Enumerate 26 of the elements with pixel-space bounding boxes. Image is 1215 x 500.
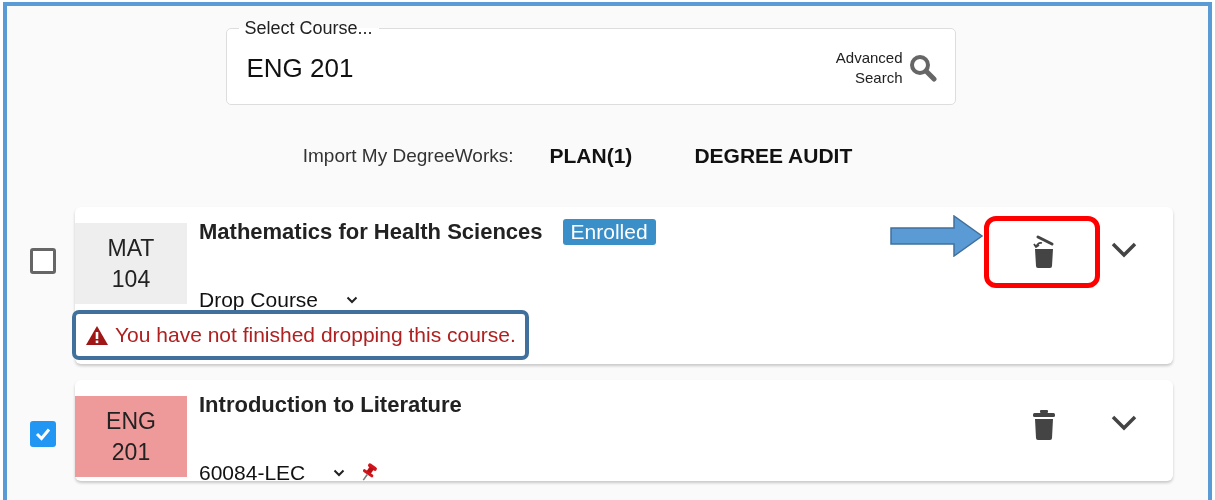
import-link[interactable]: PLAN(1)	[549, 144, 633, 168]
search-icon[interactable]	[908, 53, 937, 82]
advanced-search-link[interactable]: Advanced Search	[835, 47, 903, 88]
course-number: 201	[111, 437, 151, 467]
checkbox[interactable]	[30, 421, 56, 447]
warning-icon	[85, 324, 109, 346]
field-label: Select Course...	[243, 18, 374, 39]
warning-message: You have not finished dropping this course.	[115, 323, 516, 347]
course-title: Introduction to Literature	[199, 392, 462, 418]
course-number: 104	[111, 264, 151, 294]
section-dropdown[interactable]: Drop Course	[199, 288, 333, 312]
field-value: ENG 201	[246, 53, 354, 84]
course-subject: ENG	[106, 406, 156, 436]
trash-icon[interactable]	[1031, 408, 1057, 441]
import-label: Import My DegreeWorks:	[302, 145, 514, 167]
import-link[interactable]: DEGREE AUDIT	[694, 144, 853, 168]
section-dropdown[interactable]: 60084-LEC	[199, 461, 320, 485]
caret-icon[interactable]	[333, 469, 346, 477]
status-badge: Enrolled	[562, 219, 656, 245]
chevron-down-icon[interactable]	[1110, 413, 1138, 432]
course-search-field[interactable]: Select Course... ENG 201 Advanced Search	[225, 18, 956, 105]
course-subject: MAT	[107, 233, 155, 263]
course-title: Mathematics for Health Sciences	[199, 219, 543, 245]
checkbox[interactable]	[30, 248, 56, 274]
caret-icon[interactable]	[346, 296, 359, 304]
chevron-down-icon[interactable]	[1110, 240, 1138, 259]
